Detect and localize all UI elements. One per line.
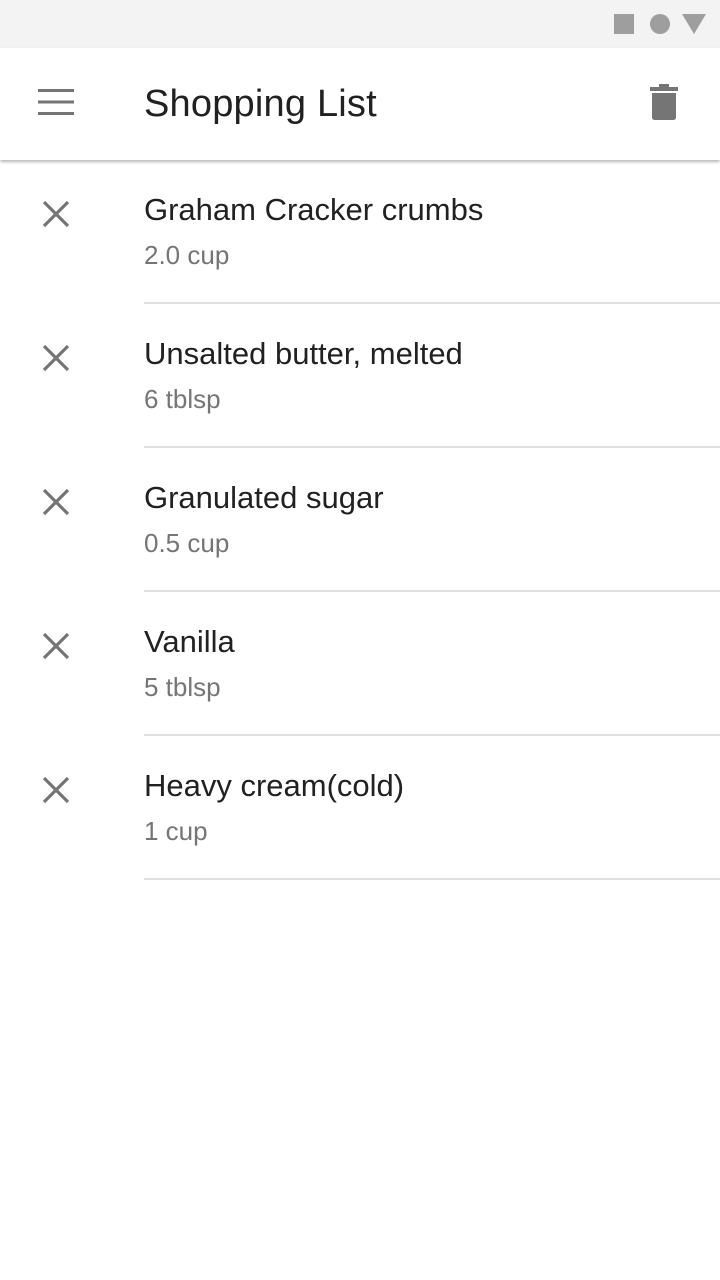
trash-icon [650, 83, 678, 125]
delete-all-button[interactable] [636, 80, 692, 128]
close-icon [42, 488, 70, 521]
remove-item-button[interactable] [28, 620, 84, 676]
remove-item-button[interactable] [28, 332, 84, 388]
item-quantity: 6 tblsp [144, 384, 221, 414]
item-name: Vanilla [144, 624, 235, 659]
shopping-list: Graham Cracker crumbs 2.0 cup Unsalted b… [0, 160, 720, 880]
item-quantity: 5 tblsp [144, 672, 221, 702]
list-item: Vanilla 5 tblsp [0, 592, 720, 736]
close-icon [42, 344, 70, 377]
list-item: Heavy cream(cold) 1 cup [0, 736, 720, 880]
circle-icon [650, 14, 670, 39]
remove-item-button[interactable] [28, 764, 84, 820]
item-quantity: 1 cup [144, 816, 208, 846]
item-quantity: 2.0 cup [144, 240, 230, 270]
hamburger-menu-icon [38, 88, 74, 120]
page-title: Shopping List [144, 83, 377, 125]
square-icon [614, 14, 634, 39]
list-item: Granulated sugar 0.5 cup [0, 448, 720, 592]
divider [144, 878, 720, 880]
close-icon [42, 632, 70, 665]
close-icon [42, 200, 70, 233]
item-name: Graham Cracker crumbs [144, 192, 484, 227]
item-name: Unsalted butter, melted [144, 336, 463, 371]
remove-item-button[interactable] [28, 188, 84, 244]
status-bar [0, 0, 720, 48]
close-icon [42, 776, 70, 809]
item-quantity: 0.5 cup [144, 528, 230, 558]
menu-button[interactable] [24, 80, 88, 128]
item-name: Granulated sugar [144, 480, 384, 515]
app-bar: Shopping List [0, 48, 720, 160]
triangle-icon [682, 14, 706, 39]
list-item: Graham Cracker crumbs 2.0 cup [0, 160, 720, 304]
remove-item-button[interactable] [28, 476, 84, 532]
item-name: Heavy cream(cold) [144, 768, 405, 803]
list-item: Unsalted butter, melted 6 tblsp [0, 304, 720, 448]
